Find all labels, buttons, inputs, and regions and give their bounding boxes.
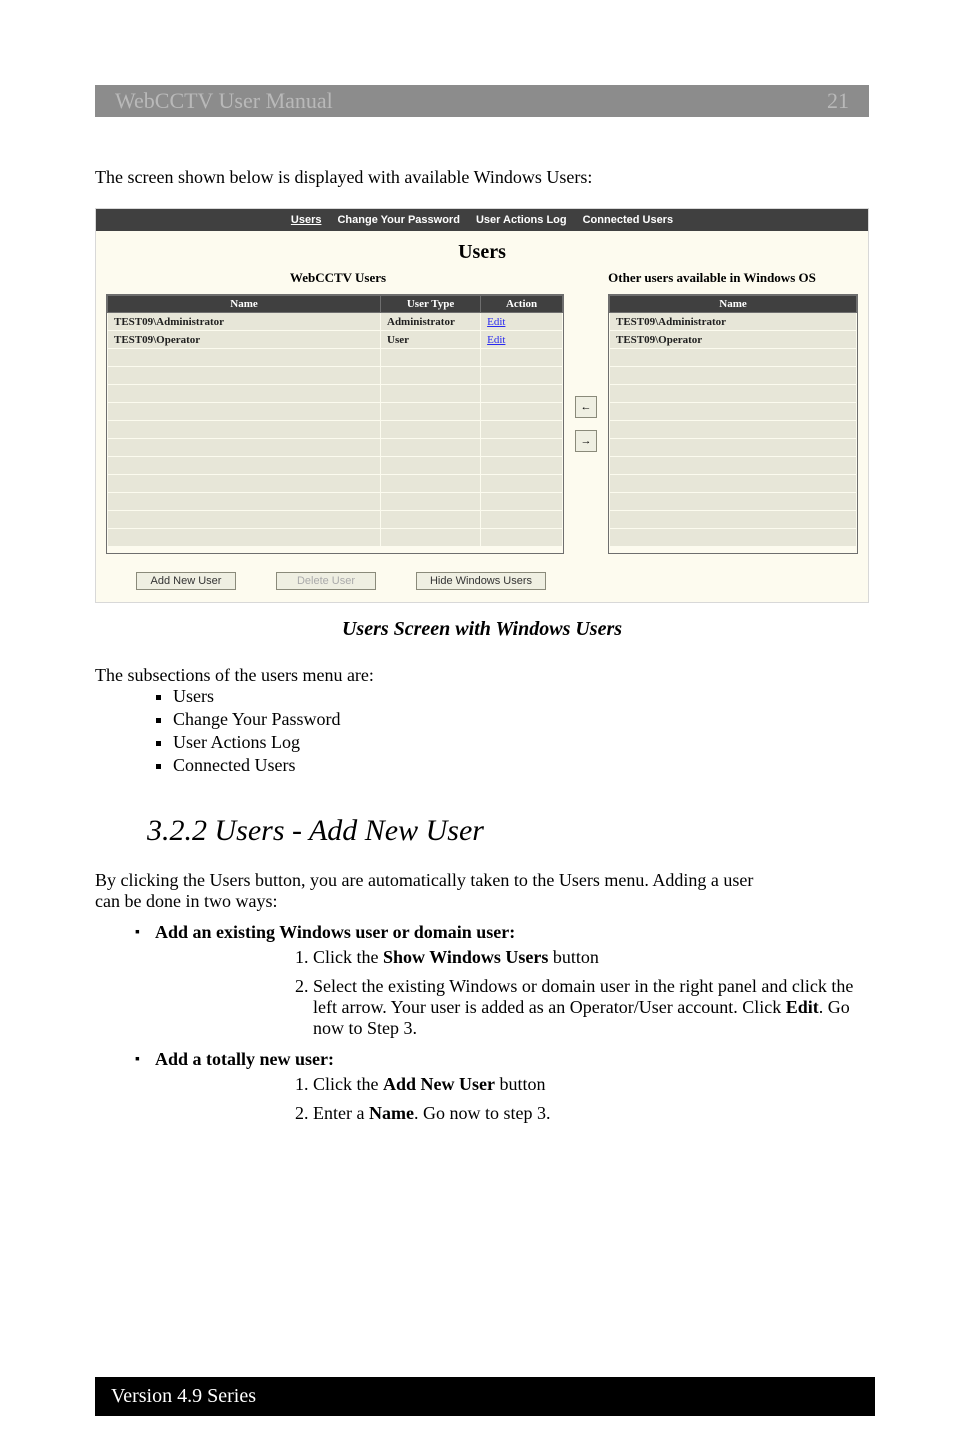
cell-type: User (381, 331, 481, 349)
tabbar: Users Change Your Password User Actions … (96, 209, 868, 231)
cell-type: Administrator (381, 313, 481, 331)
tables-row: Name User Type Action TEST09\Administrat… (96, 292, 868, 562)
tab-user-actions-log[interactable]: User Actions Log (476, 214, 567, 226)
edit-link[interactable]: Edit (481, 313, 563, 331)
subsections-intro: The subsections of the users menu are: (95, 665, 869, 686)
left-table-title: WebCCTV Users (108, 270, 568, 286)
section-heading: 3.2.2 Users - Add New User (147, 814, 869, 848)
body-text: By clicking the Users button, you are au… (95, 870, 869, 891)
table-row[interactable]: TEST09\Administrator Administrator Edit (108, 313, 563, 331)
footer-version: Version 4.9 Series (95, 1377, 875, 1416)
move-right-button[interactable]: → (575, 430, 597, 452)
body-text: can be done in two ways: (95, 891, 869, 912)
list-item: User Actions Log (173, 732, 869, 753)
table-row[interactable]: TEST09\Operator User Edit (108, 331, 563, 349)
table-row[interactable]: TEST09\Operator (610, 331, 857, 349)
th-name: Name (108, 296, 381, 313)
list-item: Select the existing Windows or domain us… (313, 976, 869, 1039)
list-item: Click the Add New User button (313, 1074, 869, 1095)
list-item: Change Your Password (173, 709, 869, 730)
button-row: Add New User Delete User Hide Windows Us… (96, 562, 868, 602)
list-item: Click the Show Windows Users button (313, 947, 869, 968)
tab-connected-users[interactable]: Connected Users (583, 214, 673, 226)
edit-link[interactable]: Edit (481, 331, 563, 349)
screenshot-caption: Users Screen with Windows Users (95, 618, 869, 641)
table-header-row: Name (610, 296, 857, 313)
webcctv-users-table: Name User Type Action TEST09\Administrat… (106, 294, 564, 554)
method1-steps: Click the Show Windows Users button Sele… (95, 947, 869, 1039)
users-screen: Users Change Your Password User Actions … (95, 208, 869, 603)
table-header-row: Name User Type Action (108, 296, 563, 313)
subtitles: WebCCTV Users Other users available in W… (96, 270, 868, 292)
tab-users[interactable]: Users (291, 214, 322, 226)
subsections-list: Users Change Your Password User Actions … (95, 686, 869, 776)
cell-name: TEST09\Administrator (610, 313, 857, 331)
cell-name: TEST09\Operator (610, 331, 857, 349)
intro-text: The screen shown below is displayed with… (95, 167, 869, 188)
th-type: User Type (381, 296, 481, 313)
method1-title: Add an existing Windows user or domain u… (95, 922, 869, 943)
right-table-title: Other users available in Windows OS (568, 270, 856, 286)
list-item: Connected Users (173, 755, 869, 776)
header-title: WebCCTV User Manual (115, 88, 333, 114)
arrow-controls: ← → (564, 294, 608, 554)
header-page-number: 21 (827, 88, 849, 114)
method2-steps: Click the Add New User button Enter a Na… (95, 1074, 869, 1124)
add-new-user-button[interactable]: Add New User (136, 572, 236, 590)
th-action: Action (481, 296, 563, 313)
th-name: Name (610, 296, 857, 313)
cell-name: TEST09\Operator (108, 331, 381, 349)
move-left-button[interactable]: ← (575, 396, 597, 418)
method2-title: Add a totally new user: (95, 1049, 869, 1070)
windows-users-table: Name TEST09\Administrator TEST09\Operato… (608, 294, 858, 554)
panel-title: Users (96, 231, 868, 270)
list-item: Enter a Name. Go now to step 3. (313, 1103, 869, 1124)
tab-change-password[interactable]: Change Your Password (337, 214, 459, 226)
list-item: Users (173, 686, 869, 707)
cell-name: TEST09\Administrator (108, 313, 381, 331)
table-row[interactable]: TEST09\Administrator (610, 313, 857, 331)
hide-windows-users-button[interactable]: Hide Windows Users (416, 572, 546, 590)
delete-user-button[interactable]: Delete User (276, 572, 376, 590)
header-bar: WebCCTV User Manual 21 (95, 85, 869, 117)
